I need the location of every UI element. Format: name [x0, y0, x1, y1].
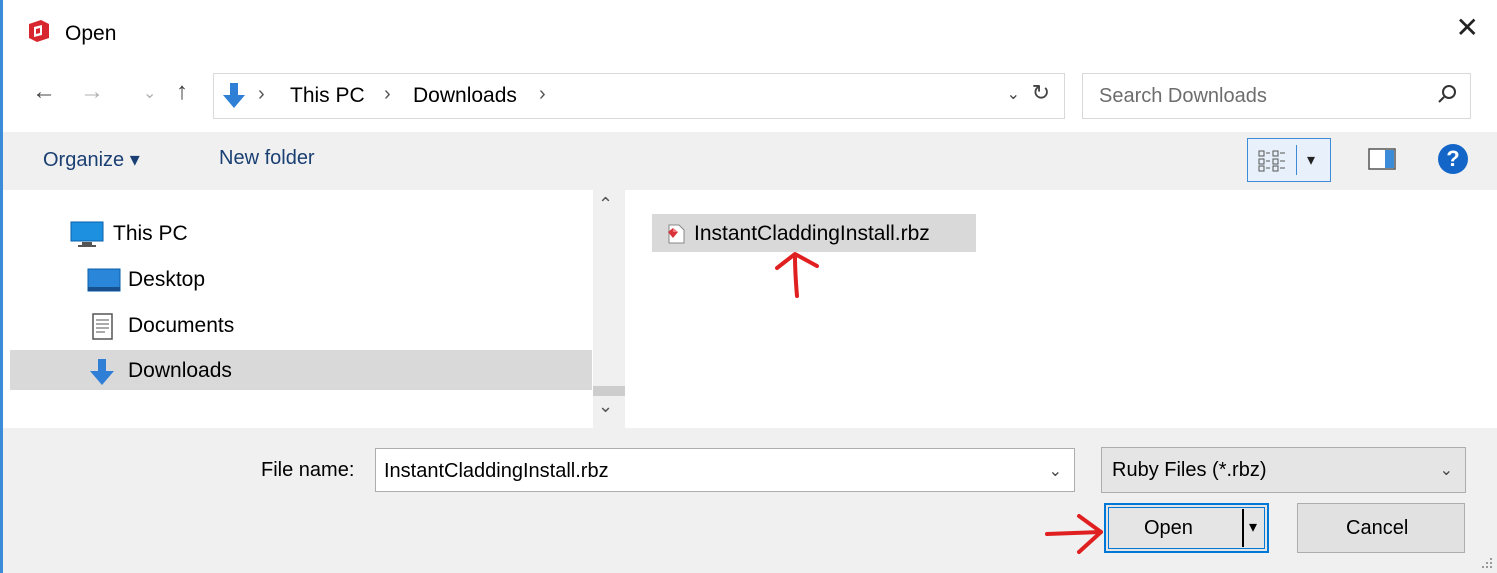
breadcrumb-separator: ›: [384, 83, 391, 105]
open-button-label: Open: [1144, 517, 1193, 539]
tree-item-this-pc[interactable]: This PC: [10, 213, 592, 253]
forward-arrow-icon[interactable]: →: [80, 78, 104, 106]
recent-locations-chevron-icon[interactable]: ⌄: [143, 80, 156, 108]
file-name-label: InstantCladdingInstall.rbz: [694, 222, 930, 245]
view-options-chevron-icon[interactable]: ▾: [1307, 150, 1315, 170]
breadcrumb-downloads[interactable]: Downloads: [413, 84, 517, 108]
command-toolbar: Organize ▾ New folder ▾ ?: [3, 132, 1497, 190]
chevron-down-icon: ⌄: [1439, 462, 1453, 479]
tree-item-label: Downloads: [128, 359, 232, 382]
cancel-button-label: Cancel: [1346, 517, 1409, 539]
scroll-down-icon[interactable]: ⌄: [598, 396, 613, 417]
back-arrow-icon[interactable]: ←: [32, 78, 56, 106]
tree-item-downloads[interactable]: Downloads: [10, 350, 592, 390]
file-name-history-chevron-icon[interactable]: ⌄: [1049, 461, 1062, 481]
address-history-chevron-icon[interactable]: ⌄: [1007, 84, 1020, 104]
documents-icon: [92, 313, 113, 340]
sketchup-app-icon: [29, 20, 49, 42]
breadcrumb-separator[interactable]: ›: [539, 83, 546, 106]
file-name-field-label: File name:: [261, 459, 355, 481]
breadcrumb-this-pc[interactable]: This PC: [290, 84, 365, 108]
view-button-divider: [1296, 145, 1297, 175]
tree-item-documents[interactable]: Documents: [10, 305, 592, 345]
file-type-select[interactable]: Ruby Files (*.rbz) ⌄: [1101, 447, 1466, 493]
split-button-divider: [1242, 509, 1244, 547]
preview-pane-icon[interactable]: [1368, 148, 1396, 170]
details-view-icon: [1258, 150, 1285, 172]
close-icon[interactable]: ✕: [1456, 14, 1479, 42]
tree-item-desktop[interactable]: Desktop: [10, 259, 592, 299]
change-view-button[interactable]: ▾: [1247, 138, 1331, 182]
navigation-pane: This PC Desktop Documents Downloads: [10, 190, 592, 428]
tree-item-label: Desktop: [128, 268, 206, 291]
file-type-value: Ruby Files (*.rbz): [1112, 459, 1267, 481]
file-name-field[interactable]: InstantCladdingInstall.rbz ⌄: [375, 448, 1075, 492]
open-button[interactable]: Open ▾: [1104, 503, 1269, 553]
breadcrumb-separator: ›: [258, 83, 265, 105]
tree-item-label: This PC: [113, 222, 188, 245]
annotation-arrow-right: [1045, 514, 1103, 554]
up-arrow-icon[interactable]: ↑: [176, 78, 188, 106]
new-folder-button[interactable]: New folder: [219, 147, 315, 170]
download-arrow-icon: [223, 83, 245, 108]
refresh-icon[interactable]: ↻: [1032, 80, 1050, 106]
download-arrow-icon: [90, 359, 114, 385]
open-options-arrow-icon[interactable]: ▾: [1249, 517, 1257, 537]
scrollbar-thumb[interactable]: [593, 386, 625, 396]
scroll-up-icon[interactable]: ⌃: [598, 194, 613, 215]
dialog-footer: File name: InstantCladdingInstall.rbz ⌄ …: [3, 428, 1497, 573]
resize-grip-icon[interactable]: [1481, 557, 1493, 569]
tree-item-label: Documents: [128, 314, 235, 337]
navigation-bar: ← → ⌄ ↑ › This PC › Downloads › ⌄ ↻ Sear…: [0, 72, 1497, 120]
computer-icon: [70, 221, 104, 247]
organize-button[interactable]: Organize ▾: [43, 147, 140, 172]
search-placeholder: Search Downloads: [1099, 85, 1267, 107]
desktop-folder-icon: [87, 268, 121, 292]
help-icon[interactable]: ?: [1438, 144, 1468, 174]
file-list: InstantCladdingInstall.rbz: [625, 190, 1497, 428]
file-name-value: InstantCladdingInstall.rbz: [384, 460, 609, 482]
navigation-pane-scrollbar[interactable]: ⌃ ⌄: [593, 190, 625, 428]
annotation-arrow-up: [775, 252, 819, 298]
address-bar[interactable]: › This PC › Downloads › ⌄ ↻: [213, 73, 1065, 119]
ruby-file-icon: [668, 224, 685, 244]
search-icon: [1438, 85, 1456, 103]
search-box[interactable]: Search Downloads: [1082, 73, 1471, 119]
cancel-button[interactable]: Cancel: [1297, 503, 1465, 553]
window-title: Open: [65, 22, 117, 45]
title-bar: Open ✕: [3, 0, 1497, 66]
